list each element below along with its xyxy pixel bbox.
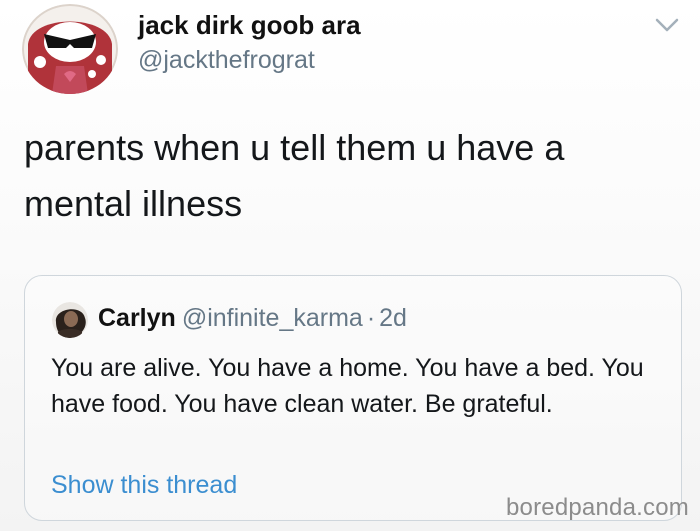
show-thread-link[interactable]: Show this thread	[51, 471, 237, 500]
tweet-card: jack dirk goob ara @jackthefrograt paren…	[0, 0, 700, 531]
quoted-tweet[interactable]: Carlyn @infinite_karma · 2d You are alive. …	[24, 275, 682, 521]
chevron-down-icon	[655, 18, 679, 32]
quote-header: Carlyn @infinite_karma · 2d	[98, 304, 407, 333]
author-avatar[interactable]	[22, 4, 118, 94]
quote-timestamp[interactable]: 2d	[379, 304, 407, 332]
watermark: boredpanda.com	[506, 494, 689, 521]
quote-author-handle[interactable]: @infinite_karma	[182, 304, 363, 332]
quote-author-avatar[interactable]	[52, 302, 88, 338]
user-avatar-icon	[52, 302, 88, 338]
author-handle[interactable]: @jackthefrograt	[138, 46, 315, 75]
quote-text: You are alive. You have a home. You have…	[51, 354, 644, 418]
quote-separator: ·	[366, 304, 376, 332]
quote-author-display-name[interactable]: Carlyn	[98, 304, 176, 332]
tweet-text: parents when u tell them u have a mental…	[24, 127, 565, 224]
tweet-menu-button[interactable]	[652, 14, 682, 36]
cartoon-avatar-icon	[22, 4, 118, 94]
author-display-name[interactable]: jack dirk goob ara	[138, 10, 361, 41]
